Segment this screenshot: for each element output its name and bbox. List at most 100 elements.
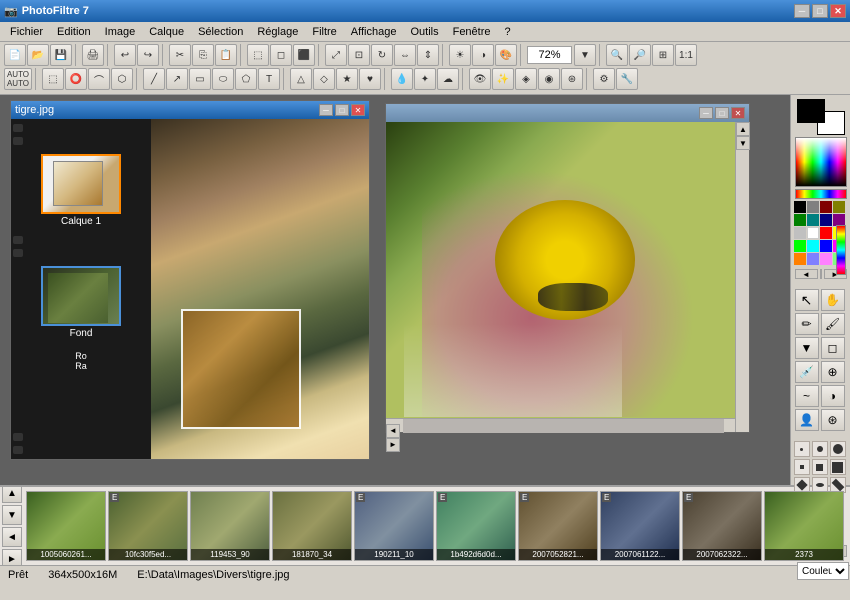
color-fg-bg[interactable]: [797, 99, 845, 135]
menu-affichage[interactable]: Affichage: [345, 24, 403, 40]
tb-plugin2[interactable]: 🔧: [616, 68, 638, 90]
tool-fill[interactable]: ▼: [795, 337, 819, 359]
thumb-item-7[interactable]: E 2007052821...: [518, 491, 598, 561]
tb-triangle[interactable]: △: [290, 68, 312, 90]
palette-lime[interactable]: [794, 240, 806, 252]
tb-smudge2[interactable]: ⊛: [561, 68, 583, 90]
layer-thumb-1[interactable]: [41, 154, 121, 214]
menu-help[interactable]: ?: [499, 24, 517, 40]
tb-poly-sel[interactable]: ⬡: [111, 68, 133, 90]
tb-crop[interactable]: ⊡: [348, 44, 370, 66]
tb-auto-auto[interactable]: AUTOAUTO: [4, 68, 32, 90]
tb-drop[interactable]: 💧: [391, 68, 413, 90]
tb-brightness[interactable]: ☀: [449, 44, 471, 66]
close-button[interactable]: ✕: [830, 4, 846, 18]
tb-actual[interactable]: 1:1: [675, 44, 697, 66]
tb-redeye[interactable]: 👁: [469, 68, 491, 90]
palette-blue[interactable]: [820, 240, 832, 252]
brush-dot-6[interactable]: [830, 459, 846, 475]
palette-navy[interactable]: [820, 214, 832, 226]
tb-rotate[interactable]: ↻: [371, 44, 393, 66]
brush-dot-1[interactable]: [794, 441, 810, 457]
strip-nav-left[interactable]: ◄: [2, 527, 22, 547]
strip-nav-up[interactable]: ▲: [2, 485, 22, 503]
maximize-button[interactable]: □: [812, 4, 828, 18]
palette-left[interactable]: ◄: [795, 269, 818, 279]
menu-fichier[interactable]: Fichier: [4, 24, 49, 40]
menu-edition[interactable]: Edition: [51, 24, 97, 40]
tb-flip-h[interactable]: ⇔: [394, 44, 416, 66]
tb-undo[interactable]: ↩: [114, 44, 136, 66]
tb-rect-draw[interactable]: ▭: [189, 68, 211, 90]
tb-new[interactable]: 📄: [4, 44, 26, 66]
palette-maroon[interactable]: [820, 201, 832, 213]
scroll-up-btn[interactable]: ▲: [736, 122, 750, 136]
tb-contrast[interactable]: ◑: [472, 44, 494, 66]
thumb-item-4[interactable]: 181870_34: [272, 491, 352, 561]
tb-lasso[interactable]: ⌒: [88, 68, 110, 90]
tb-star2[interactable]: ✦: [414, 68, 436, 90]
tb-blur[interactable]: ◉: [538, 68, 560, 90]
thumb-item-3[interactable]: 119453_90: [190, 491, 270, 561]
brush-dot-2[interactable]: [812, 441, 828, 457]
doc-close[interactable]: ✕: [351, 104, 365, 116]
tb-line[interactable]: ╱: [143, 68, 165, 90]
minimize-button[interactable]: ─: [794, 4, 810, 18]
thumb-item-10[interactable]: 2373: [764, 491, 844, 561]
flower-maximize[interactable]: □: [715, 107, 729, 119]
tb-plugin1[interactable]: ⚙: [593, 68, 615, 90]
palette-green[interactable]: [794, 214, 806, 226]
menu-reglage[interactable]: Réglage: [251, 24, 304, 40]
doc-minimize[interactable]: ─: [319, 104, 333, 116]
couleur-select[interactable]: Couleur: [797, 562, 849, 580]
scroll-left-btn[interactable]: ◄: [386, 424, 400, 438]
tool-pen[interactable]: ✏: [795, 313, 819, 335]
tb-cloud[interactable]: ☁: [437, 68, 459, 90]
tb-heart[interactable]: ♥: [359, 68, 381, 90]
palette-black[interactable]: [794, 201, 806, 213]
tb-rect-sel[interactable]: ⬚: [42, 68, 64, 90]
color-spectrum[interactable]: [795, 137, 847, 187]
tb-cut[interactable]: ✂: [169, 44, 191, 66]
palette-pink[interactable]: [820, 253, 832, 265]
tb-copy[interactable]: ⎘: [192, 44, 214, 66]
flower-scrollbar-v[interactable]: ▲ ▼: [735, 122, 749, 432]
palette-white[interactable]: [807, 227, 819, 239]
brush-dot-3[interactable]: [830, 441, 846, 457]
palette-gray[interactable]: [807, 201, 819, 213]
menu-filtre[interactable]: Filtre: [306, 24, 342, 40]
tb-arrow[interactable]: ↗: [166, 68, 188, 90]
palette-red[interactable]: [820, 227, 832, 239]
brush-dot-4[interactable]: [794, 459, 810, 475]
color-fg-box[interactable]: [797, 99, 825, 123]
tb-diamond[interactable]: ◇: [313, 68, 335, 90]
tb-fit[interactable]: ⊞: [652, 44, 674, 66]
scroll-down-btn[interactable]: ▼: [736, 136, 750, 150]
tb-poly-draw[interactable]: ⬠: [235, 68, 257, 90]
doc-maximize[interactable]: □: [335, 104, 349, 116]
tb-ellipse-sel[interactable]: ⭕: [65, 68, 87, 90]
flower-scrollbar-h[interactable]: ◄ ►: [386, 418, 735, 432]
tb-deselect[interactable]: ◻: [270, 44, 292, 66]
palette-lavender[interactable]: [807, 253, 819, 265]
tb-star[interactable]: ★: [336, 68, 358, 90]
menu-fenetre[interactable]: Fenêtre: [447, 24, 497, 40]
palette-orange[interactable]: [794, 253, 806, 265]
tool-select[interactable]: ↖: [795, 289, 819, 311]
thumb-item-8[interactable]: E 2007061122...: [600, 491, 680, 561]
menu-calque[interactable]: Calque: [143, 24, 190, 40]
tb-select-all[interactable]: ⬚: [247, 44, 269, 66]
thumb-item-9[interactable]: E 2007062322...: [682, 491, 762, 561]
tool-portrait[interactable]: 👤: [795, 409, 819, 431]
tb-effects[interactable]: ✨: [492, 68, 514, 90]
tb-color[interactable]: 🎨: [495, 44, 517, 66]
layer-thumb-2[interactable]: [41, 266, 121, 326]
tool-clone[interactable]: ⊕: [821, 361, 845, 383]
tb-ellipse-draw[interactable]: ⬭: [212, 68, 234, 90]
tool-stamp[interactable]: ⊛: [821, 409, 845, 431]
tool-smudge[interactable]: ~: [795, 385, 819, 407]
zoom-dropdown[interactable]: ▼: [574, 44, 596, 66]
tb-zoom-out[interactable]: 🔍: [606, 44, 628, 66]
tb-sharpen[interactable]: ◈: [515, 68, 537, 90]
tb-resize[interactable]: ⤢: [325, 44, 347, 66]
